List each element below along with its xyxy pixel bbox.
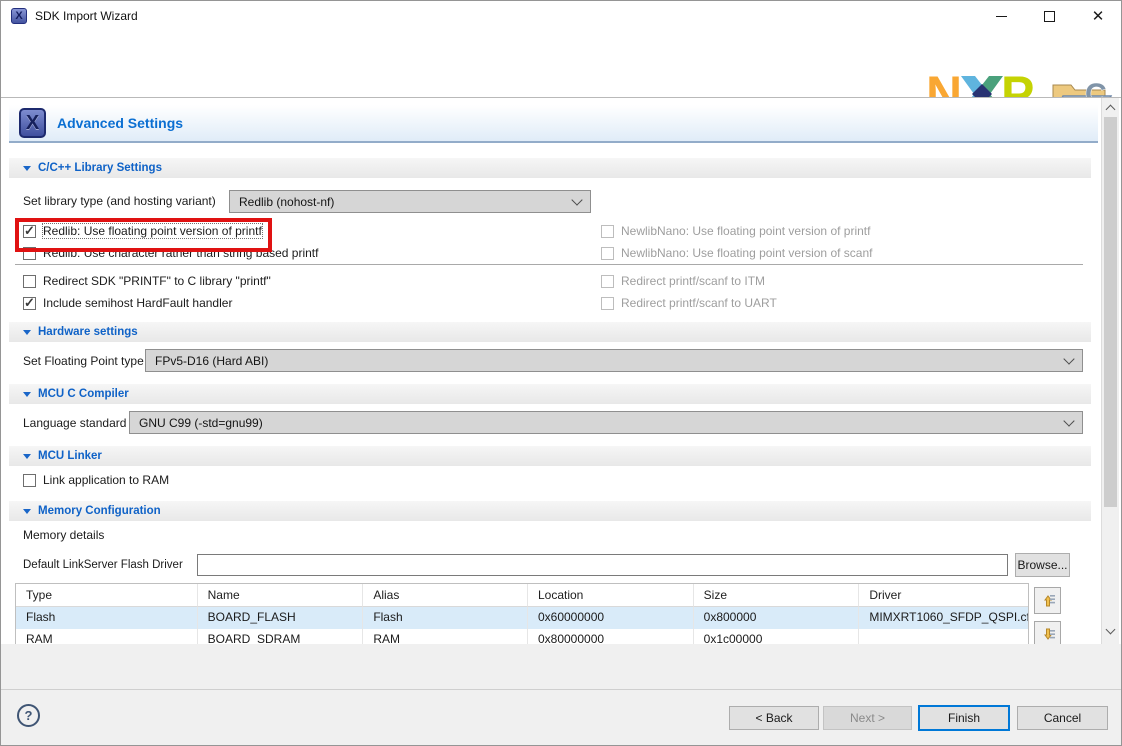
newlibnano-printf-label: NewlibNano: Use floating point version o… [621, 224, 870, 238]
redlib-char-printf-label: Redlib: Use character rather than string… [43, 246, 318, 260]
language-standard-label: Language standard [23, 416, 126, 430]
checkbox-row-newlibnano-scanf: NewlibNano: Use floating point version o… [601, 245, 872, 261]
page-title: Advanced Settings [57, 115, 183, 131]
language-standard-dropdown[interactable]: GNU C99 (-std=gnu99) [129, 411, 1083, 434]
flash-driver-label: Default LinkServer Flash Driver [23, 559, 183, 571]
flash-driver-input[interactable] [197, 554, 1008, 576]
collapse-triangle-icon [23, 330, 31, 335]
chevron-down-icon [1063, 353, 1074, 364]
move-up-icon [1039, 592, 1056, 609]
newlibnano-scanf-checkbox [601, 247, 614, 260]
collapse-triangle-icon [23, 166, 31, 171]
column-header-name[interactable]: Name [198, 584, 364, 607]
checkbox-row-redirect-uart: Redirect printf/scanf to UART [601, 295, 777, 311]
semihost-hardfault-checkbox[interactable] [23, 297, 36, 310]
sdk-import-wizard-window: X SDK Import Wizard ✕ N P C X Advanced S… [0, 0, 1122, 746]
finish-button[interactable]: Finish [918, 705, 1010, 731]
scrollbar-thumb[interactable] [1104, 117, 1117, 507]
link-to-ram-label: Link application to RAM [43, 473, 169, 487]
scroll-down-icon[interactable] [1106, 625, 1116, 635]
advanced-settings-header: X Advanced Settings [9, 105, 1098, 143]
link-to-ram-checkbox[interactable] [23, 474, 36, 487]
minimize-button[interactable] [979, 1, 1023, 31]
mcuxpresso-icon: X [19, 108, 46, 138]
memory-details-label: Memory details [23, 528, 104, 542]
memory-table-header[interactable]: Type Name Alias Location Size Driver [16, 584, 1028, 607]
table-row-ram[interactable]: RAM BOARD_SDRAM RAM 0x80000000 0x1c00000 [16, 629, 1028, 644]
checkbox-group-divider [15, 264, 1083, 265]
maximize-icon [1044, 11, 1055, 22]
app-icon: X [11, 8, 27, 24]
checkbox-row-link-to-ram[interactable]: Link application to RAM [23, 472, 169, 488]
section-hardware-settings[interactable]: Hardware settings [9, 322, 1091, 342]
checkbox-row-redlib-float-printf[interactable]: Redlib: Use floating point version of pr… [23, 223, 262, 239]
redirect-itm-label: Redirect printf/scanf to ITM [621, 274, 765, 288]
redlib-float-printf-checkbox[interactable] [23, 225, 36, 238]
banner: N P C [1, 31, 1121, 97]
checkbox-row-redlib-char-printf[interactable]: Redlib: Use character rather than string… [23, 245, 318, 261]
chevron-down-icon [1063, 415, 1074, 426]
column-header-location[interactable]: Location [528, 584, 694, 607]
column-header-size[interactable]: Size [694, 584, 860, 607]
library-type-label: Set library type (and hosting variant) [23, 194, 216, 208]
redirect-itm-checkbox [601, 275, 614, 288]
browse-button[interactable]: Browse... [1015, 553, 1070, 577]
section-library-settings[interactable]: C/C++ Library Settings [9, 158, 1091, 178]
move-row-up-button[interactable] [1034, 587, 1061, 614]
redirect-sdk-printf-label: Redirect SDK "PRINTF" to C library "prin… [43, 274, 271, 288]
back-button[interactable]: < Back [729, 706, 819, 730]
memory-table: Type Name Alias Location Size Driver Fla… [15, 583, 1029, 644]
wizard-content: X Advanced Settings C/C++ Library Settin… [1, 97, 1122, 644]
semihost-hardfault-label: Include semihost HardFault handler [43, 296, 232, 310]
library-type-dropdown[interactable]: Redlib (nohost-nf) [229, 190, 591, 213]
maximize-button[interactable] [1027, 1, 1071, 31]
checkbox-row-semihost-hardfault[interactable]: Include semihost HardFault handler [23, 295, 232, 311]
collapse-triangle-icon [23, 509, 31, 514]
footer-divider [1, 689, 1122, 690]
move-row-down-button[interactable] [1034, 621, 1061, 644]
floating-point-dropdown[interactable]: FPv5-D16 (Hard ABI) [145, 349, 1083, 372]
section-memory-configuration[interactable]: Memory Configuration [9, 501, 1091, 521]
column-header-alias[interactable]: Alias [363, 584, 528, 607]
redlib-char-printf-checkbox[interactable] [23, 247, 36, 260]
footer-bar: ? < Back Next > Finish Cancel [1, 644, 1122, 746]
column-header-type[interactable]: Type [16, 584, 198, 607]
redirect-uart-label: Redirect printf/scanf to UART [621, 296, 777, 310]
checkbox-row-redirect-sdk-printf[interactable]: Redirect SDK "PRINTF" to C library "prin… [23, 273, 271, 289]
close-icon: ✕ [1092, 9, 1105, 24]
section-mcu-linker[interactable]: MCU Linker [9, 446, 1091, 466]
collapse-triangle-icon [23, 454, 31, 459]
checkbox-row-newlibnano-printf: NewlibNano: Use floating point version o… [601, 223, 870, 239]
floating-point-label: Set Floating Point type [23, 354, 144, 368]
window-title: SDK Import Wizard [35, 1, 138, 31]
collapse-triangle-icon [23, 392, 31, 397]
vertical-scrollbar[interactable] [1101, 98, 1119, 644]
help-button[interactable]: ? [17, 704, 40, 727]
minimize-icon [996, 16, 1007, 17]
redirect-sdk-printf-checkbox[interactable] [23, 275, 36, 288]
chevron-down-icon [571, 194, 582, 205]
redlib-float-printf-label: Redlib: Use floating point version of pr… [43, 224, 262, 238]
cancel-button[interactable]: Cancel [1017, 706, 1108, 730]
close-button[interactable]: ✕ [1076, 1, 1120, 31]
section-mcu-c-compiler[interactable]: MCU C Compiler [9, 384, 1091, 404]
redirect-uart-checkbox [601, 297, 614, 310]
newlibnano-scanf-label: NewlibNano: Use floating point version o… [621, 246, 872, 260]
scroll-up-icon[interactable] [1106, 105, 1116, 115]
checkbox-row-redirect-itm: Redirect printf/scanf to ITM [601, 273, 765, 289]
title-bar: X SDK Import Wizard ✕ [1, 1, 1121, 31]
move-down-icon [1039, 626, 1056, 643]
table-row-flash[interactable]: Flash BOARD_FLASH Flash 0x60000000 0x800… [16, 607, 1028, 629]
newlibnano-printf-checkbox [601, 225, 614, 238]
next-button: Next > [823, 706, 912, 730]
column-header-driver[interactable]: Driver [859, 584, 1028, 607]
